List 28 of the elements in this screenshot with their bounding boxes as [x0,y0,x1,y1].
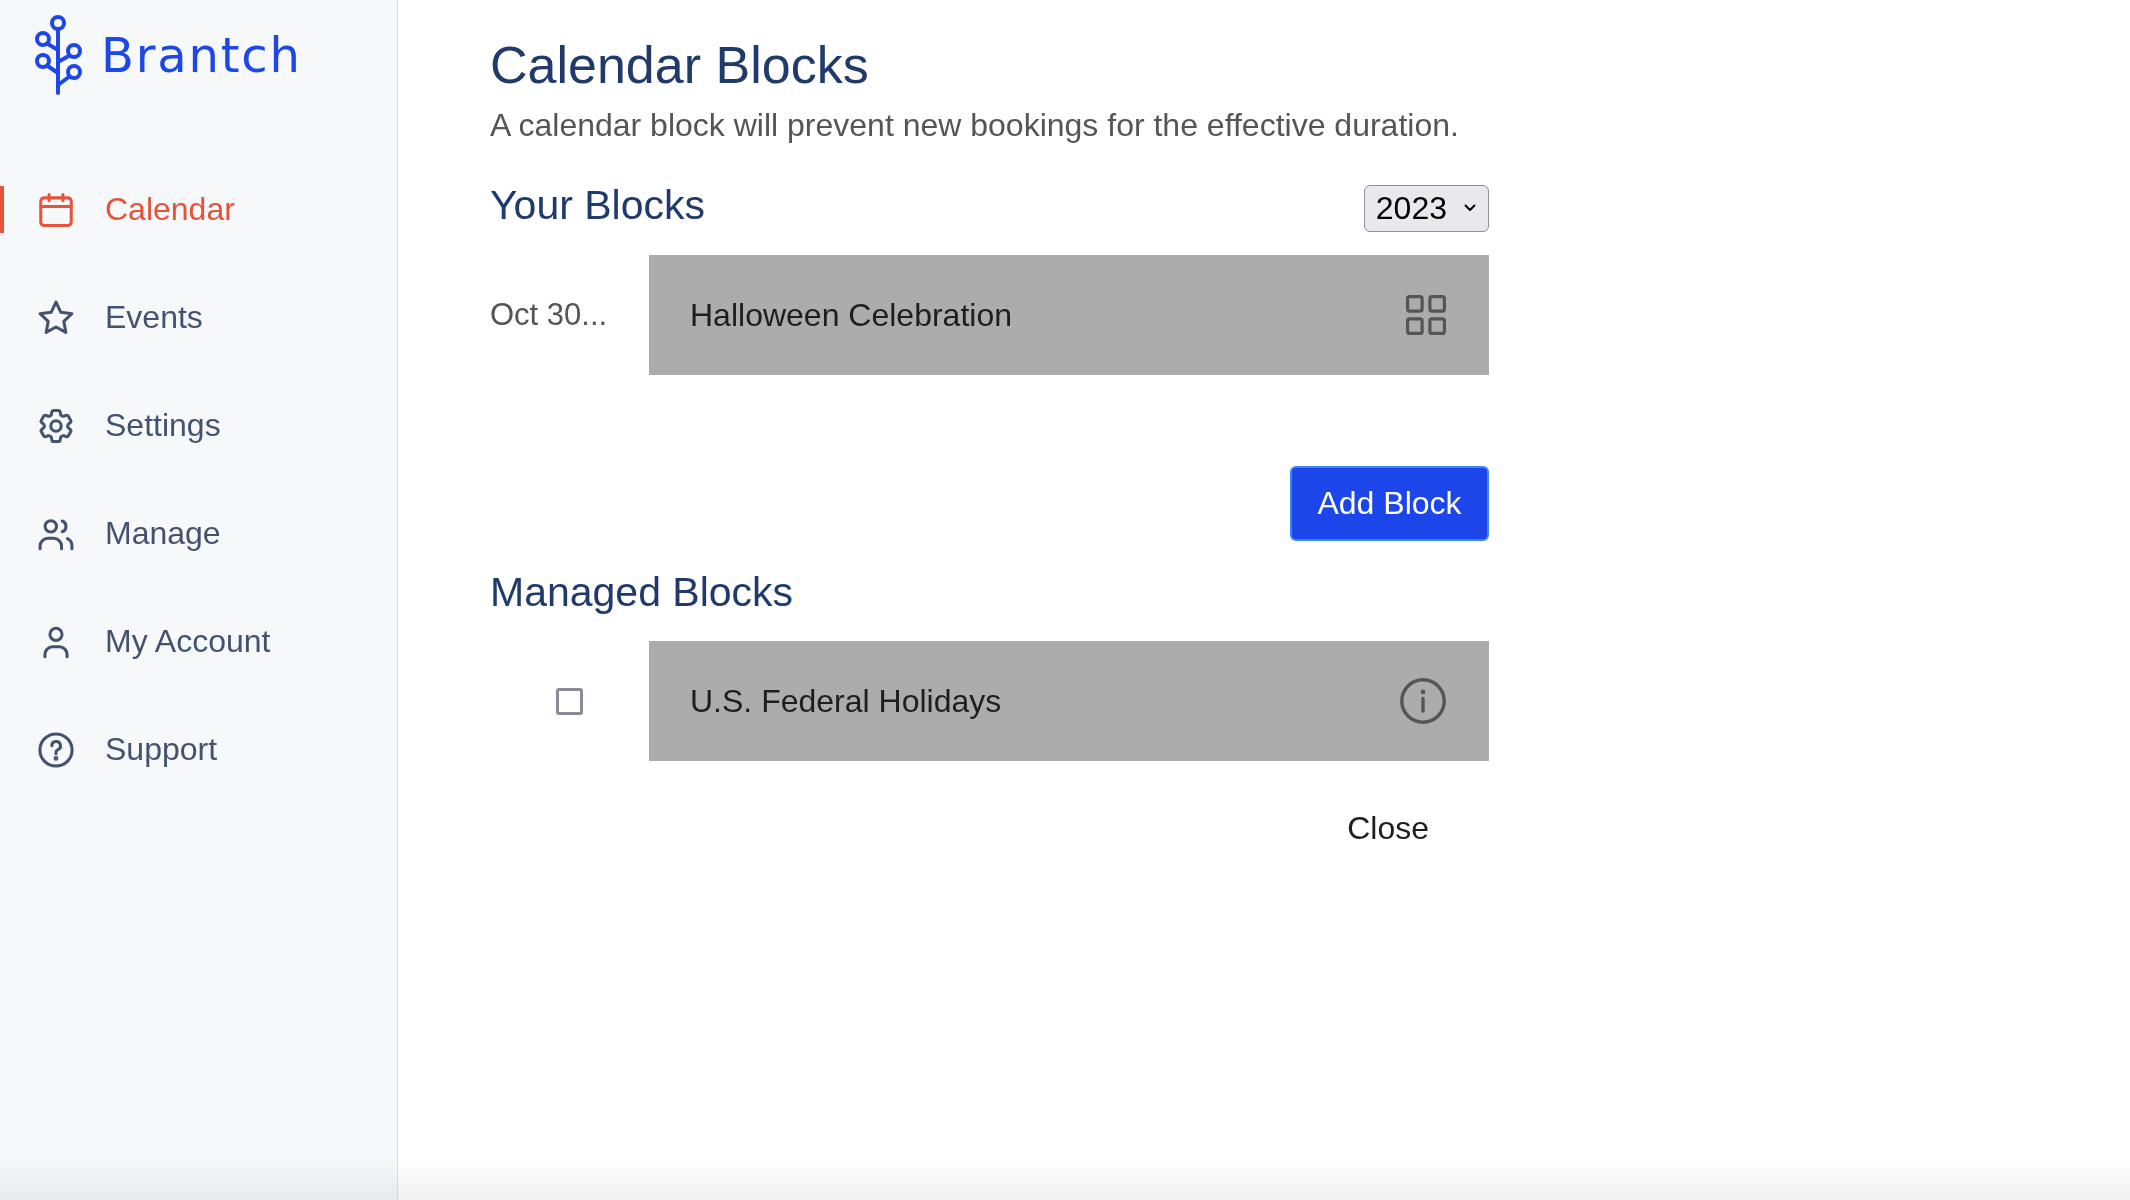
calendar-icon [38,191,74,228]
year-select[interactable]: 2023 [1363,184,1489,232]
page-description: A calendar block will prevent new bookings for the effective duration. [490,106,1459,145]
help-icon [38,731,74,768]
checkbox[interactable] [556,687,583,715]
page-title: Calendar Blocks [490,35,869,96]
add-block-button[interactable]: Add Block [1290,466,1489,541]
branch-logo-icon [34,15,82,95]
block-item[interactable]: Halloween Celebration [649,255,1489,375]
close-button[interactable]: Close [1339,804,1437,853]
grid-icon[interactable] [1406,295,1446,335]
nav-item[interactable]: Events [0,294,209,341]
section-heading: Your Blocks [490,181,705,230]
info-icon[interactable] [1400,678,1446,724]
nav-item[interactable]: Calendar [0,186,241,233]
block-date: Oct 30... [490,297,608,333]
block-title: U.S. Federal Holidays [690,682,1002,720]
nav-item[interactable]: Support [0,726,224,773]
block-item[interactable]: U.S. Federal Holidays [649,641,1489,761]
star-icon [38,299,74,336]
nav-item[interactable]: Settings [0,402,227,449]
nav-item[interactable]: My Account [0,618,277,665]
section-heading: Managed Blocks [490,568,794,617]
brand-name: Brantch [101,31,302,79]
block-title: Halloween Celebration [690,296,1012,334]
caret-icon [1464,204,1476,212]
gear-icon [38,407,74,444]
nav-item[interactable]: Manage [0,510,227,557]
